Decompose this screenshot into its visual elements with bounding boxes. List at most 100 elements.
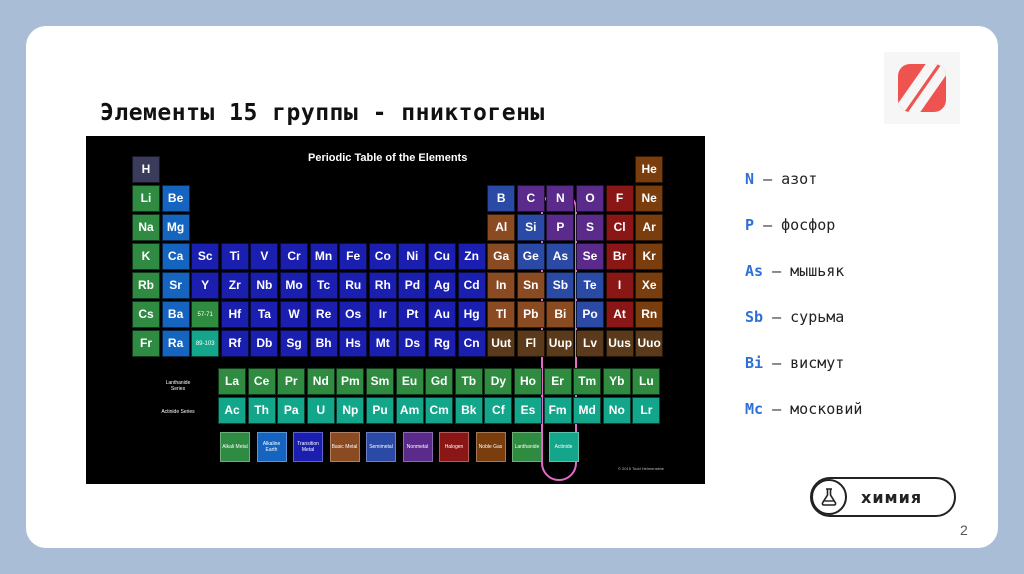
element-cell-al: Al xyxy=(487,214,516,241)
element-cell-kr: Kr xyxy=(635,243,664,270)
element-symbol: Sr xyxy=(169,278,182,292)
element-symbol: I xyxy=(617,278,622,292)
element-symbol: Zr xyxy=(228,278,241,292)
element-cell-xe: Xe xyxy=(635,272,664,299)
element-symbol: Dy xyxy=(490,374,507,388)
brand-logo xyxy=(884,52,960,124)
element-cell-hs: Hs xyxy=(339,330,368,357)
element-symbol: Br xyxy=(612,249,627,263)
element-cell-au: Au xyxy=(428,301,456,328)
element-cell-cl: Cl xyxy=(605,214,634,241)
element-symbol: No xyxy=(608,403,625,417)
element-symbol: Tl xyxy=(495,307,507,321)
element-symbol: Ac xyxy=(224,403,240,417)
element-cell-v: V xyxy=(250,243,279,270)
element-cell-cr: Cr xyxy=(280,243,308,270)
element-cell-uus: Uus xyxy=(605,330,634,357)
element-symbol: Cr xyxy=(287,249,301,263)
element-cell-nb: Nb xyxy=(250,272,279,299)
element-cell-as: As xyxy=(546,243,575,270)
element-cell-co: Co xyxy=(368,243,397,270)
element-symbol: Bh xyxy=(315,336,332,350)
element-symbol: Bk xyxy=(461,403,477,417)
element-symbol: Cu xyxy=(434,249,450,263)
element-symbol: Re xyxy=(315,307,332,321)
lanthanide-series-label: Lanthanide Series xyxy=(165,380,191,392)
element-symbol: P xyxy=(745,216,755,234)
element-cell-li: Li xyxy=(132,185,160,212)
element-symbol: Al xyxy=(495,220,508,234)
element-symbol: Ru xyxy=(345,278,362,292)
element-symbol: Fm xyxy=(548,403,567,417)
legend-item: Basic Metal xyxy=(329,432,360,462)
element-name: – мышьяк xyxy=(772,262,845,280)
element-list-item: As – мышьяк xyxy=(745,262,862,308)
element-cell-te: Te xyxy=(576,272,604,299)
element-symbol: Ir xyxy=(378,307,387,321)
element-symbol: Bi xyxy=(745,354,764,372)
element-symbol: Co xyxy=(374,249,391,263)
element-symbol: Xe xyxy=(641,278,657,292)
element-cell-s: S xyxy=(576,214,604,241)
element-symbol: Pu xyxy=(372,403,388,417)
element-cell-o: O xyxy=(576,185,604,212)
element-cell-sr: Sr xyxy=(161,272,190,299)
element-cell-f: F xyxy=(605,185,634,212)
lanthanide-cell-er: Er xyxy=(543,368,572,395)
element-cell-ta: Ta xyxy=(250,301,279,328)
element-cell-n: N xyxy=(546,185,575,212)
actinide-cell-th: Th xyxy=(247,397,276,424)
element-cell-at: At xyxy=(605,301,634,328)
actinide-cell-lr: Lr xyxy=(632,397,661,424)
series-placeholder-cell: 89-103 xyxy=(191,330,220,357)
element-symbol: Nd xyxy=(312,374,329,388)
element-symbol: C xyxy=(526,191,536,205)
element-symbol: Ni xyxy=(406,249,419,263)
element-symbol: Fe xyxy=(346,249,361,263)
element-symbol: Li xyxy=(140,191,152,205)
element-cell-ir: Ir xyxy=(368,301,397,328)
lanthanide-cell-la: La xyxy=(218,368,246,395)
element-name: – азот xyxy=(763,170,818,188)
element-name: – фосфор xyxy=(763,216,836,234)
brand-logo-icon xyxy=(898,64,946,112)
actinide-cell-ac: Ac xyxy=(218,397,246,424)
element-symbol: Mc xyxy=(745,400,764,418)
element-cell-cn: Cn xyxy=(457,330,486,357)
element-cell-mt: Mt xyxy=(368,330,397,357)
page-number: 2 xyxy=(960,522,968,538)
element-cell-fl: Fl xyxy=(516,330,545,357)
element-cell-bh: Bh xyxy=(309,330,338,357)
element-cell-fr: Fr xyxy=(132,330,160,357)
actinide-cell-pa: Pa xyxy=(277,397,306,424)
element-symbol: Be xyxy=(167,191,184,205)
periodic-table-image: Periodic Table of the Elements Lanthanid… xyxy=(86,136,705,484)
element-name: – сурьма xyxy=(772,308,845,326)
element-cell-uup: Uup xyxy=(546,330,575,357)
element-cell-pt: Pt xyxy=(398,301,427,328)
periodic-table-title: Periodic Table of the Elements xyxy=(308,152,468,164)
element-symbol: Ds xyxy=(404,336,421,350)
element-symbol: Uut xyxy=(491,336,512,350)
element-symbol: Sg xyxy=(286,336,302,350)
element-symbol: N xyxy=(745,170,755,188)
element-symbol: Cd xyxy=(463,278,480,292)
element-symbol: Cf xyxy=(492,403,505,417)
lanthanide-cell-lu: Lu xyxy=(632,368,661,395)
element-symbol: Ge xyxy=(522,249,539,263)
element-cell-ge: Ge xyxy=(516,243,545,270)
lanthanide-cell-pm: Pm xyxy=(336,368,365,395)
element-cell-lv: Lv xyxy=(576,330,604,357)
element-symbol: Si xyxy=(525,220,537,234)
element-cell-h: H xyxy=(132,156,160,183)
element-symbol: Uus xyxy=(608,336,631,350)
element-cell-b: B xyxy=(487,185,516,212)
element-symbol: Tb xyxy=(461,374,477,388)
element-symbol: Ga xyxy=(493,249,510,263)
element-symbol: Uuo xyxy=(637,336,661,350)
element-cell-y: Y xyxy=(191,272,220,299)
element-cell-rf: Rf xyxy=(220,330,249,357)
element-symbol: Sc xyxy=(197,249,213,263)
element-symbol: H xyxy=(141,162,151,176)
element-symbol: Eu xyxy=(401,374,418,388)
